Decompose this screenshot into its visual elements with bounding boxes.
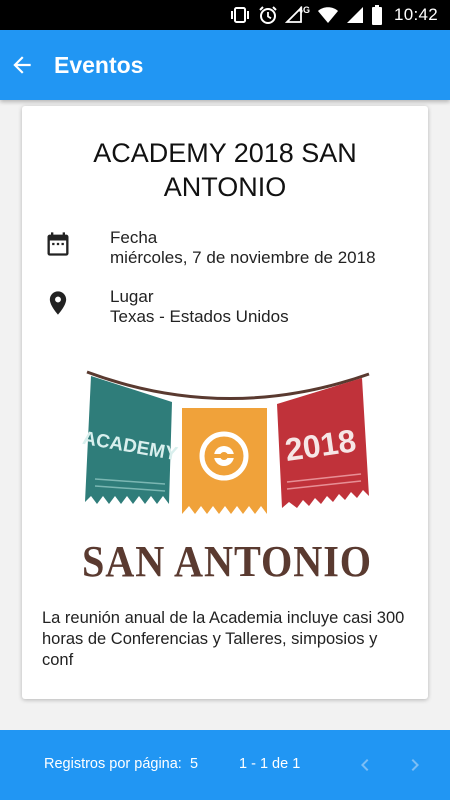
date-value: miércoles, 7 de noviembre de 2018 — [110, 248, 376, 267]
rows-per-page-label: Registros por página: — [44, 756, 182, 772]
orange-banner — [182, 408, 267, 514]
event-description: La reunión anual de la Academia incluye … — [42, 609, 405, 669]
back-button[interactable] — [0, 30, 52, 100]
battery-icon — [371, 5, 383, 25]
place-value: Texas - Estados Unidos — [110, 307, 289, 326]
alarm-icon — [258, 5, 278, 25]
chevron-left-icon[interactable] — [353, 753, 377, 777]
date-label: Fecha — [110, 228, 158, 247]
app-bar: Eventos — [0, 30, 450, 100]
chevron-right-icon[interactable] — [403, 753, 427, 777]
event-card[interactable]: ACADEMY 2018 SAN ANTONIO Fecha miércoles… — [22, 106, 428, 699]
rows-per-page-select[interactable]: 5 — [190, 756, 198, 772]
signal-icon — [346, 6, 364, 24]
previous-page-button[interactable] — [352, 752, 378, 778]
event-logo: ACADEMY 2018 SAN ANTONIO — [77, 364, 377, 594]
teal-banner: ACADEMY — [81, 376, 179, 504]
event-title: ACADEMY 2018 SAN ANTONIO — [93, 138, 357, 202]
status-time: 10:42 — [393, 5, 438, 24]
wifi-icon — [317, 6, 339, 24]
date-row: Fecha miércoles, 7 de noviembre de 2018 — [44, 228, 418, 268]
place-label: Lugar — [110, 287, 154, 306]
location-pin-icon — [44, 289, 72, 317]
place-info: Lugar Texas - Estados Unidos — [110, 287, 289, 327]
status-bar: 4G 10:42 — [0, 0, 450, 30]
vibrate-icon — [229, 6, 251, 24]
logo-caption: SAN ANTONIO — [82, 537, 372, 586]
network-type: 4G — [297, 5, 310, 15]
red-banner: 2018 — [277, 378, 369, 508]
page-range: 1 - 1 de 1 — [239, 756, 301, 772]
pagination-footer: Registros por página: 5 1 - 1 de 1 — [0, 730, 450, 800]
arrow-back-icon[interactable] — [9, 52, 35, 78]
calendar-icon — [44, 230, 72, 258]
next-page-button[interactable] — [402, 752, 428, 778]
status-icons: 4G 10:42 — [229, 0, 438, 30]
date-info: Fecha miércoles, 7 de noviembre de 2018 — [110, 228, 376, 268]
place-row: Lugar Texas - Estados Unidos — [44, 287, 418, 327]
page-title: Eventos — [54, 51, 144, 78]
signal-4g-icon: 4G — [284, 5, 310, 24]
